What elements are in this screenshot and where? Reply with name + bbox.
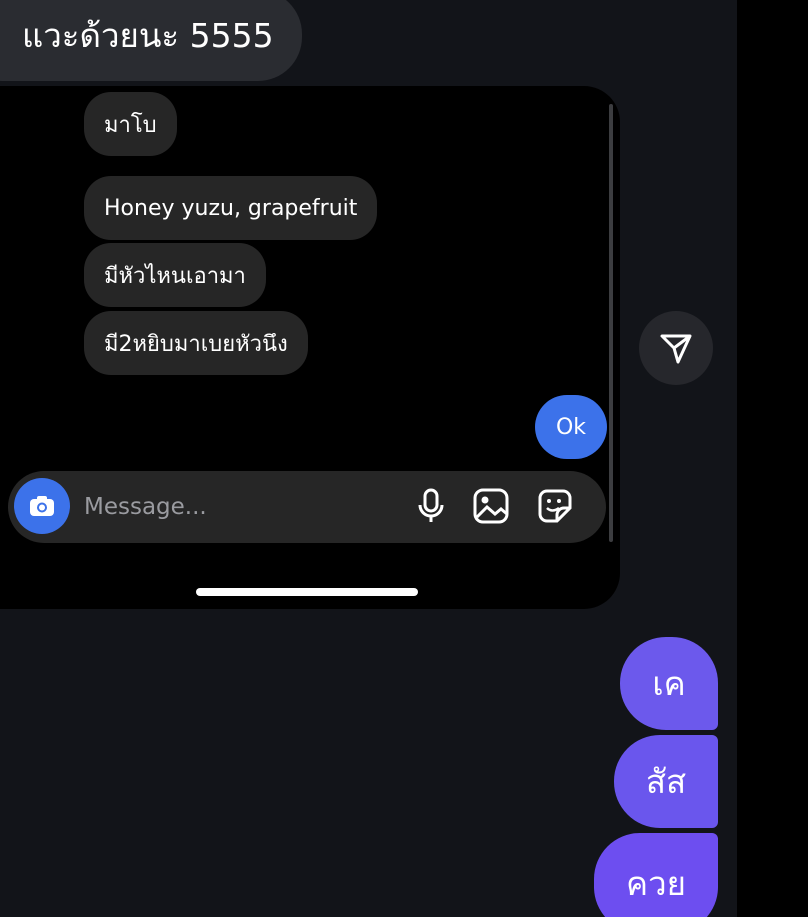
home-indicator: [196, 588, 418, 596]
sent-message[interactable]: เค: [620, 637, 718, 730]
shared-screenshot-card[interactable]: มาโบ Honey yuzu, grapefruit มีหัวไหนเอาม…: [0, 86, 620, 609]
message-text: แวะด้วยนะ 5555: [22, 16, 274, 55]
reply-bubble: Ok: [535, 395, 607, 459]
sent-message[interactable]: สัส: [614, 735, 718, 828]
sticker-icon[interactable]: [536, 487, 574, 525]
camera-button[interactable]: [14, 478, 70, 534]
send-icon: [660, 334, 692, 364]
send-button[interactable]: [639, 311, 713, 385]
scrollbar[interactable]: [609, 104, 613, 542]
message-bubble: มีหัวไหนเอามา: [84, 243, 266, 307]
camera-icon: [30, 496, 54, 516]
right-edge: [737, 0, 808, 917]
message-bubble: มาโบ: [84, 92, 177, 156]
microphone-icon[interactable]: [412, 487, 450, 525]
chat-panel: แวะด้วยนะ 5555 มาโบ Honey yuzu, grapefru…: [0, 0, 737, 917]
message-bubble: Honey yuzu, grapefruit: [84, 176, 378, 240]
received-message[interactable]: แวะด้วยนะ 5555: [0, 0, 302, 81]
message-bubble: มี2หยิบมาเบยหัวนึง: [84, 311, 308, 375]
image-icon[interactable]: [472, 487, 510, 525]
message-composer: Message...: [8, 471, 606, 543]
sent-message[interactable]: ควย: [594, 833, 718, 917]
message-input[interactable]: Message...: [84, 471, 207, 543]
